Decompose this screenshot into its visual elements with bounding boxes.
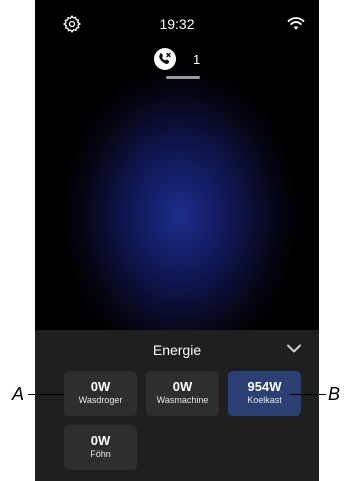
tile-value: 954W [247,379,282,394]
tile-value: 0W [172,379,193,394]
device-screen: 19:32 1 Energie 0W Wasdroger 0W Wasmachi… [35,0,319,481]
tile-value: 0W [90,433,111,448]
tile-label: Wasdroger [78,395,123,405]
tile-label: Koelkast [247,395,282,405]
status-bar: 19:32 [35,0,319,56]
missed-call-count: 1 [193,52,201,67]
missed-call-icon[interactable] [154,48,176,70]
callout-b: B [328,384,341,404]
chevron-down-icon[interactable] [287,344,301,354]
energy-panel: Energie 0W Wasdroger 0W Wasmachine 954W … [35,330,319,481]
tile-fohn[interactable]: 0W Föhn [64,425,137,470]
callout-a: A [12,384,25,404]
callout-a-line [28,394,64,395]
wifi-icon [287,17,305,30]
tile-label: Wasmachine [156,395,209,405]
tile-label: Föhn [90,449,111,459]
tile-wasmachine[interactable]: 0W Wasmachine [146,371,219,416]
clock: 19:32 [159,16,195,32]
panel-title: Energie [152,342,202,358]
tile-wasdroger[interactable]: 0W Wasdroger [64,371,137,416]
callout-b-line [290,394,326,395]
tile-value: 0W [90,379,111,394]
drag-handle[interactable] [166,76,200,79]
